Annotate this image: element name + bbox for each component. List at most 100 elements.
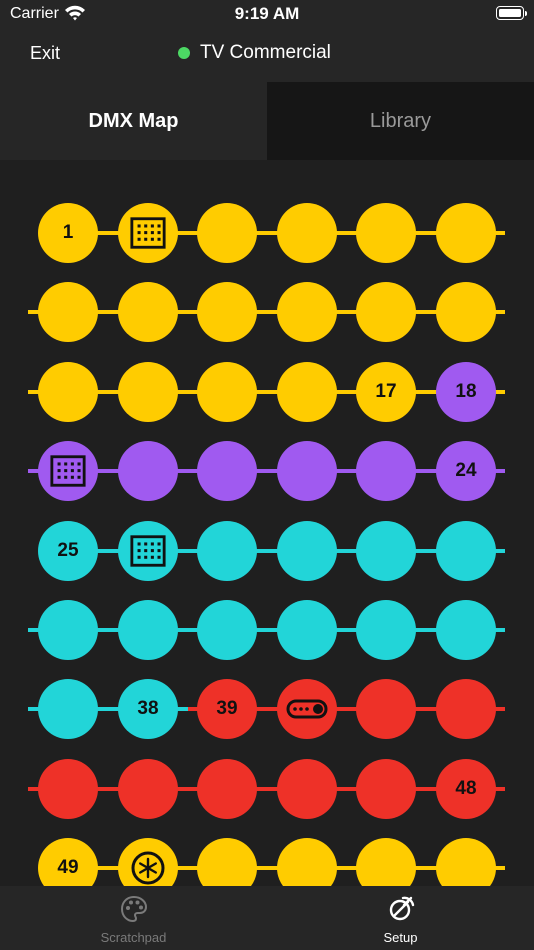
dmx-channel-number: 25 xyxy=(57,539,79,561)
dmx-channel-number: 18 xyxy=(455,380,477,402)
dmx-channel[interactable] xyxy=(436,203,496,263)
dmx-channel[interactable]: 48 xyxy=(436,758,496,819)
dmx-row: 38 39 xyxy=(0,678,534,740)
dmx-channel[interactable] xyxy=(436,838,496,886)
dmx-channel[interactable] xyxy=(277,838,337,886)
dmx-row: 17 18 xyxy=(0,361,534,423)
tab-setup[interactable]: Setup xyxy=(267,886,534,950)
grid-fixture-icon xyxy=(130,534,166,567)
grid-fixture-icon xyxy=(130,217,166,249)
dmx-channel[interactable] xyxy=(38,361,98,422)
dmx-channel[interactable] xyxy=(356,758,416,819)
dmx-row-line xyxy=(28,310,505,315)
dmx-row-line xyxy=(28,469,505,474)
dmx-channel[interactable]: 38 xyxy=(118,679,178,740)
tab-setup-label: Setup xyxy=(383,930,418,945)
dmx-channel[interactable] xyxy=(197,441,257,502)
status-bar: Carrier 9:19 AM xyxy=(0,0,534,28)
dmx-channel[interactable] xyxy=(38,282,98,343)
segment-tabs: DMX Map Library xyxy=(0,82,534,160)
dmx-channel-fixture-start[interactable] xyxy=(118,520,178,581)
dmx-channel[interactable]: 39 xyxy=(197,679,257,740)
dmx-row-line xyxy=(28,786,505,791)
dmx-row: 24 xyxy=(0,440,534,502)
grid-fixture-icon xyxy=(50,455,86,487)
dmx-row: 48 xyxy=(0,758,534,820)
dmx-channel[interactable] xyxy=(118,282,178,343)
dmx-channel-fixture-start[interactable] xyxy=(277,679,337,740)
dmx-channel[interactable] xyxy=(118,758,178,819)
dmx-channel[interactable] xyxy=(356,838,416,886)
dmx-channel[interactable] xyxy=(197,838,257,886)
dmx-channel[interactable] xyxy=(356,282,416,343)
color-wheel-fixture-icon xyxy=(131,851,165,885)
dmx-row: 49 xyxy=(0,837,534,886)
dmx-channel[interactable] xyxy=(277,203,337,263)
tab-dmx-map[interactable]: DMX Map xyxy=(0,82,267,160)
connection-status-dot xyxy=(178,47,190,59)
dmx-channel[interactable] xyxy=(197,203,257,263)
dmx-channel-fixture-start[interactable] xyxy=(38,441,98,502)
dmx-channel[interactable] xyxy=(197,600,257,660)
dmx-row xyxy=(0,599,534,661)
dmx-channel-number: 24 xyxy=(455,460,477,482)
show-title-label: TV Commercial xyxy=(200,42,331,63)
tab-scratchpad[interactable]: Scratchpad xyxy=(0,886,267,950)
dmx-channel[interactable] xyxy=(197,361,257,422)
dmx-row: 25 xyxy=(0,520,534,582)
dmx-channel[interactable] xyxy=(197,520,257,581)
dmx-channel-number: 38 xyxy=(137,698,159,720)
tab-library[interactable]: Library xyxy=(267,82,534,160)
dmx-channel[interactable]: 1 xyxy=(38,203,98,263)
dmx-channel[interactable] xyxy=(436,600,496,660)
dmx-channel[interactable] xyxy=(436,679,496,740)
dmx-channel[interactable] xyxy=(38,679,98,740)
dmx-channel[interactable]: 24 xyxy=(436,441,496,502)
setup-icon xyxy=(389,896,414,921)
dmx-row-line xyxy=(28,628,505,632)
dmx-channel[interactable]: 25 xyxy=(38,520,98,581)
dmx-channel-fixture-start[interactable] xyxy=(118,203,178,263)
dmx-channel[interactable] xyxy=(356,203,416,263)
dmx-channel[interactable] xyxy=(197,758,257,819)
dmx-channel[interactable] xyxy=(356,520,416,581)
dmx-channel[interactable] xyxy=(277,600,337,660)
tab-scratchpad-label: Scratchpad xyxy=(100,930,167,945)
dmx-channel[interactable] xyxy=(118,361,178,422)
dmx-channel-number: 39 xyxy=(216,698,238,720)
dmx-channel[interactable] xyxy=(118,600,178,660)
dmx-channel[interactable] xyxy=(277,758,337,819)
dmx-channel[interactable] xyxy=(277,520,337,581)
dmx-channel[interactable] xyxy=(197,282,257,343)
dmx-channel[interactable] xyxy=(277,361,337,422)
battery-icon xyxy=(496,6,527,20)
dmx-channel[interactable] xyxy=(38,758,98,819)
dmx-channel[interactable] xyxy=(436,520,496,581)
dmx-channel-number: 48 xyxy=(455,777,477,799)
dmx-channel[interactable]: 18 xyxy=(436,361,496,422)
exit-button[interactable]: Exit xyxy=(30,43,60,64)
dmx-row: 1 xyxy=(0,202,534,264)
dmx-channel[interactable] xyxy=(436,282,496,343)
dmx-channel[interactable] xyxy=(38,600,98,660)
dmx-channel[interactable] xyxy=(277,282,337,343)
clock: 9:19 AM xyxy=(234,4,300,23)
nav-bar: Exit TV Commercial xyxy=(0,28,534,82)
dmx-channel[interactable] xyxy=(277,441,337,502)
dmx-channel[interactable] xyxy=(118,441,178,502)
dmx-channel[interactable] xyxy=(356,600,416,660)
dmx-channel[interactable]: 49 xyxy=(38,838,98,886)
dmx-channel[interactable]: 17 xyxy=(356,361,416,422)
palette-icon xyxy=(120,895,147,923)
dmx-channel[interactable] xyxy=(356,679,416,740)
dmx-channel-number: 17 xyxy=(375,380,397,402)
dmx-channel[interactable] xyxy=(356,441,416,502)
dmx-row xyxy=(0,281,534,343)
dmx-channel-number: 49 xyxy=(57,857,79,879)
toggle-fixture-icon xyxy=(286,699,328,719)
dmx-map-grid[interactable]: 1 17 18 24 25 38 39 48 49 xyxy=(0,160,534,886)
dmx-channel-number: 1 xyxy=(62,222,74,243)
dmx-row-line xyxy=(28,389,505,394)
tab-bar: Scratchpad Setup xyxy=(0,886,534,950)
dmx-channel-fixture-start[interactable] xyxy=(118,838,178,886)
